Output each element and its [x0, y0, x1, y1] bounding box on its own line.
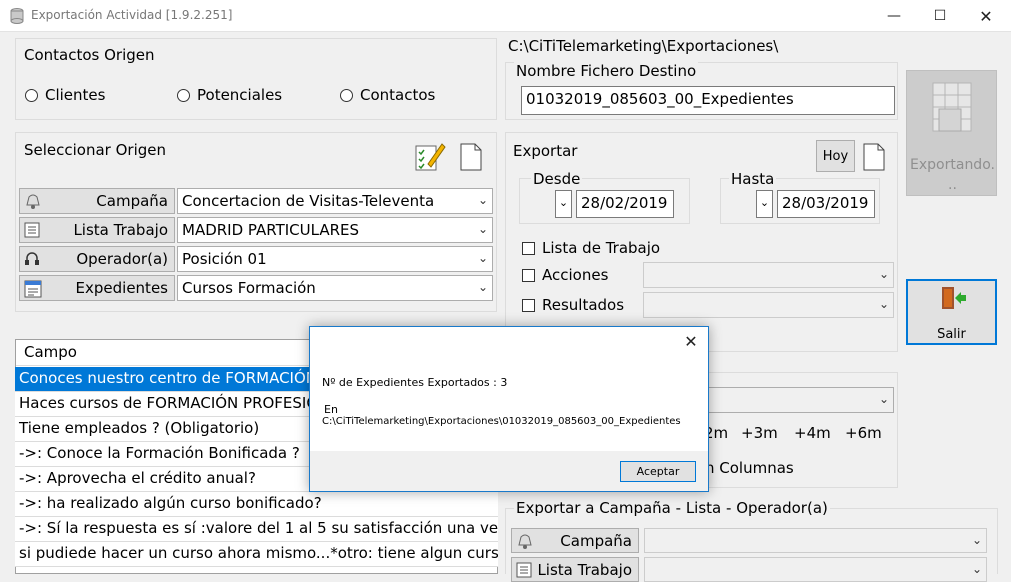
- bell-icon: [26, 194, 40, 209]
- campana-button[interactable]: Campaña: [19, 188, 175, 214]
- desde-label: Desde: [531, 170, 583, 188]
- new-document-icon[interactable]: [862, 143, 886, 171]
- dialog-close-button[interactable]: ✕: [676, 329, 706, 355]
- aceptar-button[interactable]: Aceptar: [620, 461, 696, 482]
- exportar-a-campana-select[interactable]: ⌄: [644, 528, 987, 553]
- campana-label: Campaña: [96, 192, 168, 210]
- operador-button[interactable]: Operador(a): [19, 246, 175, 272]
- dialog-count-text: Nº de Expedientes Exportados : 3: [322, 376, 508, 389]
- chevron-down-icon: ⌄: [878, 392, 889, 406]
- lista-trabajo-label: Lista Trabajo: [73, 221, 168, 239]
- exportar-a-legend: Exportar a Campaña - Lista - Operador(a): [514, 499, 830, 517]
- hasta-dropdown-button[interactable]: ⌄: [756, 190, 773, 218]
- operador-label: Operador(a): [76, 250, 168, 268]
- chevron-down-icon: ⌄: [971, 533, 982, 547]
- list-icon: [24, 222, 40, 238]
- month-option-3m[interactable]: +3m: [741, 424, 778, 442]
- window-title: Exportación Actividad [1.9.2.251]: [31, 8, 233, 22]
- radio-potenciales[interactable]: Potenciales: [177, 86, 282, 104]
- check-lista-trabajo[interactable]: Lista de Trabajo: [522, 239, 660, 257]
- hoy-button[interactable]: Hoy: [816, 140, 855, 172]
- table-row[interactable]: ->: ha realizado algún curso bonificado?: [15, 492, 498, 517]
- lista-trabajo-button[interactable]: Lista Trabajo: [19, 217, 175, 243]
- form-icon: [24, 280, 42, 298]
- exportar-a-campana-label: Campaña: [560, 532, 632, 550]
- database-icon: [10, 8, 24, 24]
- exportar-a-lista-select[interactable]: ⌄: [644, 557, 987, 582]
- chevron-down-icon: ⌄: [878, 267, 889, 281]
- edit-checklist-icon[interactable]: [414, 140, 446, 172]
- close-button[interactable]: ✕: [963, 0, 1009, 32]
- expedientes-select[interactable]: Cursos Formación ⌄: [177, 275, 493, 301]
- hasta-label: Hasta: [729, 170, 777, 188]
- fichero-destino-legend: Nombre Fichero Destino: [514, 62, 699, 80]
- title-bar: Exportación Actividad [1.9.2.251] — ☐ ✕: [0, 0, 1011, 32]
- table-row[interactable]: ->: Sí la respuesta es sí :valore del 1 …: [15, 517, 498, 542]
- exportar-a-lista-label: Lista Trabajo: [537, 561, 632, 579]
- radio-contactos[interactable]: Contactos: [340, 86, 435, 104]
- options-select[interactable]: ⌄: [700, 387, 894, 413]
- maximize-button[interactable]: ☐: [917, 0, 963, 32]
- check-resultados[interactable]: Resultados: [522, 296, 624, 314]
- chevron-down-icon: ⌄: [878, 297, 889, 311]
- hasta-date-input[interactable]: 28/03/2019: [777, 190, 875, 218]
- salir-button[interactable]: Salir: [906, 279, 997, 345]
- campana-select[interactable]: Concertacion de Visitas-Televenta ⌄: [177, 188, 493, 214]
- radio-clientes[interactable]: Clientes: [25, 86, 105, 104]
- minimize-button[interactable]: —: [871, 0, 917, 32]
- exportar-a-campana-button[interactable]: Campaña: [511, 528, 639, 553]
- contactos-origen-legend: Contactos Origen: [24, 46, 155, 64]
- lista-trabajo-select[interactable]: MADRID PARTICULARES ⌄: [177, 217, 493, 243]
- resultados-select[interactable]: ⌄: [643, 292, 894, 318]
- export-path-label: C:\CiTiTelemarketing\Exportaciones\: [508, 37, 779, 55]
- export-result-dialog: ✕ Nº de Expedientes Exportados : 3 En C:…: [309, 326, 709, 492]
- operador-select[interactable]: Posición 01 ⌄: [177, 246, 493, 272]
- exportando-label: Exportando. ..: [910, 157, 995, 193]
- chevron-down-icon: ⌄: [477, 280, 488, 294]
- chevron-down-icon: ⌄: [477, 193, 488, 207]
- new-document-icon[interactable]: [459, 143, 483, 171]
- exportar-a-lista-button[interactable]: Lista Trabajo: [511, 557, 639, 582]
- exit-door-icon: [942, 287, 966, 309]
- check-acciones[interactable]: Acciones: [522, 266, 608, 284]
- dialog-en-text: En: [324, 403, 338, 416]
- list-icon: [516, 562, 532, 578]
- chevron-down-icon: ⌄: [477, 222, 488, 236]
- month-option-4m[interactable]: +4m: [794, 424, 831, 442]
- seleccionar-origen-legend: Seleccionar Origen: [24, 141, 167, 159]
- exportando-button[interactable]: Exportando. ..: [906, 70, 997, 196]
- excel-export-icon: [932, 82, 972, 132]
- chevron-down-icon: ⌄: [477, 251, 488, 265]
- desde-dropdown-button[interactable]: ⌄: [555, 190, 572, 218]
- columnas-label: n Columnas: [705, 459, 794, 477]
- headset-icon: [25, 252, 39, 265]
- salir-label: Salir: [937, 327, 966, 342]
- expedientes-button[interactable]: Expedientes: [19, 275, 175, 301]
- desde-date-input[interactable]: 28/02/2019: [576, 190, 674, 218]
- month-option-6m[interactable]: +6m: [845, 424, 882, 442]
- table-row[interactable]: si pudiede hacer un curso ahora mismo...…: [15, 542, 498, 567]
- exportar-legend: Exportar: [513, 142, 578, 160]
- bell-icon: [518, 534, 532, 549]
- expedientes-label: Expedientes: [75, 279, 168, 297]
- acciones-select[interactable]: ⌄: [643, 262, 894, 288]
- dialog-path-text: C:\CiTiTelemarketing\Exportaciones\01032…: [322, 416, 681, 427]
- fichero-destino-input[interactable]: 01032019_085603_00_Expedientes: [521, 86, 895, 115]
